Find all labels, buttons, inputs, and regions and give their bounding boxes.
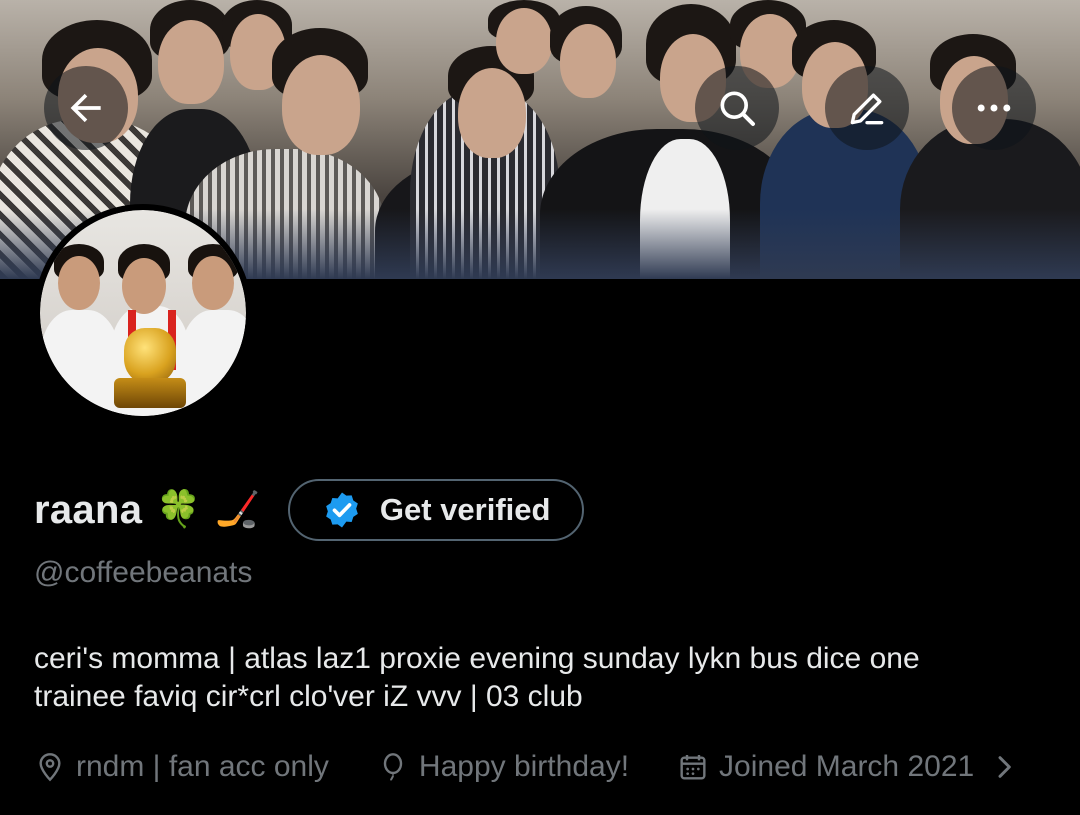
balloon-icon: [383, 753, 403, 781]
hockey-stick-emoji: 🏒: [215, 489, 260, 530]
avatar-figure: [122, 258, 166, 314]
search-button[interactable]: [695, 66, 779, 150]
search-icon: [720, 91, 755, 126]
name-row: raana 🍀 🏒 Get verified: [34, 478, 585, 542]
more-button[interactable]: [952, 66, 1036, 150]
location-item: rndm | fan acc only: [34, 750, 329, 784]
get-verified-button[interactable]: Get verified: [287, 479, 585, 541]
joined-text: Joined March 2021: [719, 750, 975, 783]
location-text: rndm | fan acc only: [76, 750, 329, 783]
banner-figure: [496, 8, 552, 74]
birthday-text: Happy birthday!: [418, 750, 630, 783]
banner-figure: [458, 68, 526, 158]
banner-figure: [282, 55, 360, 155]
get-verified-label: Get verified: [379, 492, 551, 527]
clover-emoji: 🍀: [156, 489, 202, 530]
location-pin-icon: [39, 753, 61, 782]
display-name: raana: [34, 487, 143, 532]
joined-item[interactable]: Joined March 2021: [677, 750, 1030, 784]
avatar-figure: [180, 310, 246, 416]
banner-figure: [560, 24, 616, 98]
edit-button[interactable]: [825, 66, 909, 150]
verified-badge-icon: [326, 492, 358, 528]
back-arrow-icon: [70, 93, 101, 123]
bio-line: ceri's momma | atlas laz1 proxie evening…: [34, 642, 920, 675]
profile-avatar[interactable]: [34, 204, 252, 422]
calendar-icon: [680, 755, 706, 780]
avatar-trophy: [114, 378, 186, 408]
avatar-photo: [40, 210, 246, 416]
more-dots-icon: [977, 104, 1011, 112]
back-button[interactable]: [44, 66, 128, 150]
avatar-figure: [58, 256, 100, 310]
avatar-figure: [40, 310, 120, 416]
profile-bio: ceri's momma | atlas laz1 proxie evening…: [34, 640, 1054, 716]
avatar-figure: [192, 256, 234, 310]
bio-line: trainee faviq cir*crl clo'ver iZ vvv | 0…: [34, 680, 583, 713]
profile-meta-row: rndm | fan acc only Happy birthday! Join…: [34, 745, 1030, 789]
edit-pencil-icon: [850, 93, 884, 125]
profile-handle: @coffeebeanats: [34, 556, 253, 589]
banner-figure: [158, 20, 224, 104]
avatar-trophy: [124, 328, 176, 384]
chevron-right-icon[interactable]: [988, 751, 1020, 783]
birthday-item: Happy birthday!: [377, 750, 629, 784]
